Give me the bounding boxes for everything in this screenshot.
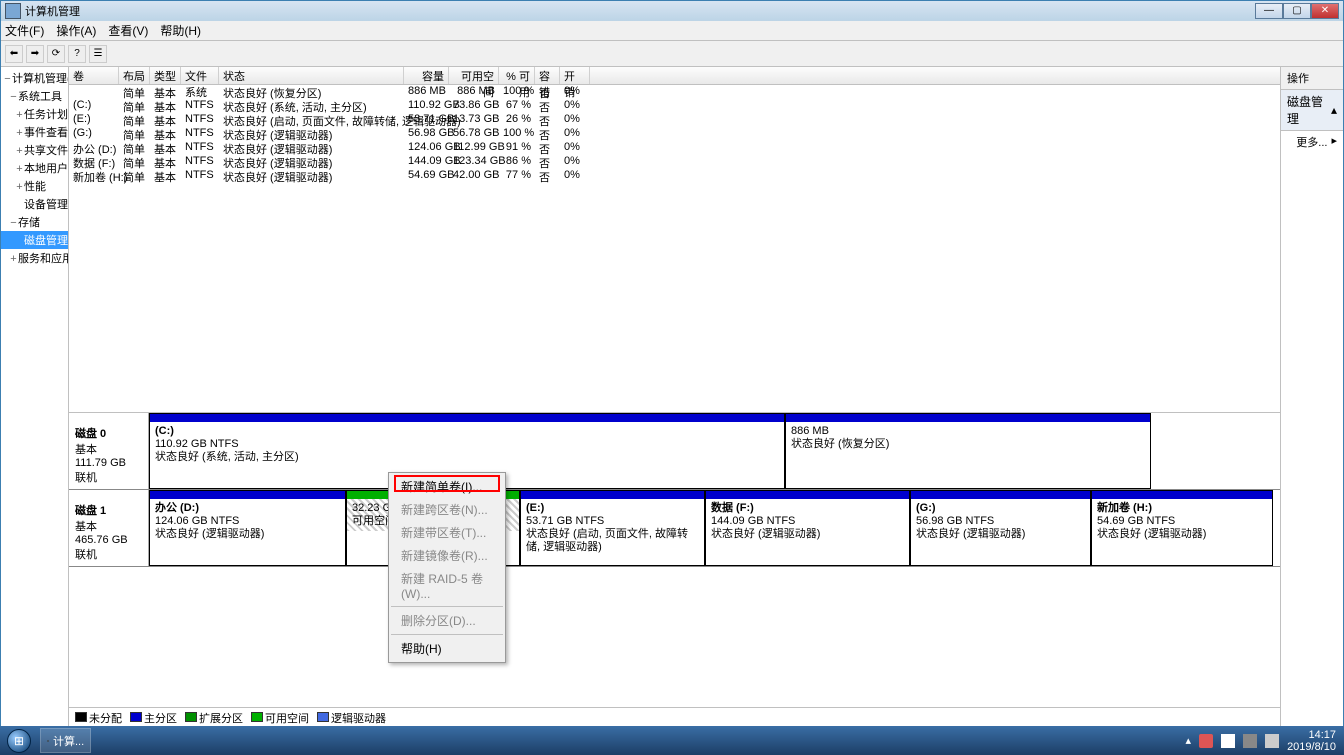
system-tray[interactable]: ▴ 14:17 2019/8/10 (1178, 729, 1344, 753)
col-header[interactable]: % 可用 (499, 67, 535, 84)
context-menu-item: 新建 RAID-5 卷(W)... (391, 567, 503, 604)
partition[interactable]: (G:)56.98 GB NTFS状态良好 (逻辑驱动器) (910, 490, 1091, 566)
legend-item: 可用空间 (251, 710, 309, 726)
nav-item[interactable]: +任务计划程 (1, 105, 68, 123)
help-icon[interactable]: ? (68, 45, 86, 63)
context-menu-item: 新建镜像卷(R)... (391, 544, 503, 567)
col-header[interactable]: 容错 (535, 67, 560, 84)
context-menu-item: 新建带区卷(T)... (391, 521, 503, 544)
nav-item[interactable]: 磁盘管理 (1, 231, 68, 249)
table-row[interactable]: (E:)简单基本NTFS状态良好 (启动, 页面文件, 故障转储, 逻辑驱动器)… (69, 113, 1280, 127)
nav-item[interactable]: −计算机管理(本 (1, 69, 68, 87)
context-menu-item[interactable]: 帮助(H) (391, 637, 503, 660)
nav-item[interactable]: +性能 (1, 177, 68, 195)
start-button[interactable]: ⊞ (0, 726, 38, 755)
more-actions[interactable]: 更多...▸ (1281, 131, 1343, 153)
col-header[interactable]: 布局 (119, 67, 150, 84)
context-menu-item[interactable]: 新建简单卷(I)... (391, 475, 503, 498)
nav-tree[interactable]: −计算机管理(本−系统工具+任务计划程+事件查看器+共享文件夹+本地用户和+性能… (1, 67, 69, 727)
nav-item[interactable]: +共享文件夹 (1, 141, 68, 159)
table-row[interactable]: 新加卷 (H:)简单基本NTFS状态良好 (逻辑驱动器)54.69 GB42.0… (69, 169, 1280, 183)
window-title: 计算机管理 (25, 3, 80, 19)
volume-icon[interactable] (1265, 734, 1279, 748)
nav-item[interactable]: −系统工具 (1, 87, 68, 105)
partition[interactable]: 886 MB状态良好 (恢复分区) (785, 413, 1151, 489)
taskbar-app[interactable]: 计算... (40, 728, 91, 753)
col-header[interactable]: 开销 (560, 67, 590, 84)
partition[interactable]: 办公 (D:)124.06 GB NTFS状态良好 (逻辑驱动器) (149, 490, 346, 566)
col-header[interactable]: 类型 (150, 67, 181, 84)
actions-header: 操作 (1281, 67, 1343, 90)
menu-file[interactable]: 文件(F) (5, 22, 44, 39)
back-icon[interactable]: ⬅ (5, 45, 23, 63)
context-menu-item: 删除分区(D)... (391, 609, 503, 632)
menu-help[interactable]: 帮助(H) (160, 22, 201, 39)
minimize-button[interactable]: — (1255, 3, 1283, 19)
table-row[interactable]: 数据 (F:)简单基本NTFS状态良好 (逻辑驱动器)144.09 GB123.… (69, 155, 1280, 169)
menubar: 文件(F) 操作(A) 查看(V) 帮助(H) (1, 21, 1343, 41)
forward-icon[interactable]: ➡ (26, 45, 44, 63)
list-icon[interactable]: ☰ (89, 45, 107, 63)
context-menu[interactable]: 新建简单卷(I)...新建跨区卷(N)...新建带区卷(T)...新建镜像卷(R… (388, 472, 506, 663)
context-menu-item: 新建跨区卷(N)... (391, 498, 503, 521)
disk-graphic[interactable]: 磁盘 0基本111.79 GB联机(C:)110.92 GB NTFS状态良好 … (69, 412, 1280, 707)
col-header[interactable]: 可用空间 (449, 67, 499, 84)
app-icon (5, 3, 21, 19)
flag-icon[interactable] (1221, 734, 1235, 748)
legend: 未分配主分区扩展分区可用空间逻辑驱动器 (69, 707, 1280, 727)
partition[interactable]: 数据 (F:)144.09 GB NTFS状态良好 (逻辑驱动器) (705, 490, 910, 566)
menu-action[interactable]: 操作(A) (56, 22, 96, 39)
nav-item[interactable]: +本地用户和 (1, 159, 68, 177)
menu-view[interactable]: 查看(V) (108, 22, 148, 39)
actions-panel: 操作 磁盘管理▴ 更多...▸ (1281, 67, 1343, 727)
legend-item: 主分区 (130, 710, 177, 726)
table-row[interactable]: 办公 (D:)简单基本NTFS状态良好 (逻辑驱动器)124.06 GB112.… (69, 141, 1280, 155)
actions-section[interactable]: 磁盘管理▴ (1281, 90, 1343, 131)
network-icon[interactable] (1243, 734, 1257, 748)
partition[interactable]: (E:)53.71 GB NTFS状态良好 (启动, 页面文件, 故障转储, 逻… (520, 490, 705, 566)
titlebar: 计算机管理 — ▢ ✕ (1, 1, 1343, 21)
taskbar[interactable]: ⊞ 计算... ▴ 14:17 2019/8/10 (0, 726, 1344, 755)
table-row[interactable]: 简单基本状态良好 (恢复分区)886 MB886 MB100 %否0% (69, 85, 1280, 99)
legend-item: 扩展分区 (185, 710, 243, 726)
legend-item: 逻辑驱动器 (317, 710, 386, 726)
col-header[interactable]: 容量 (404, 67, 449, 84)
disk-header[interactable]: 磁盘 0基本111.79 GB联机 (69, 413, 149, 489)
toolbar: ⬅ ➡ ⟳ ? ☰ (1, 41, 1343, 67)
nav-item[interactable]: 设备管理器 (1, 195, 68, 213)
maximize-button[interactable]: ▢ (1283, 3, 1311, 19)
table-row[interactable]: (G:)简单基本NTFS状态良好 (逻辑驱动器)56.98 GB56.78 GB… (69, 127, 1280, 141)
refresh-icon[interactable]: ⟳ (47, 45, 65, 63)
col-header[interactable]: 状态 (219, 67, 404, 84)
close-button[interactable]: ✕ (1311, 3, 1339, 19)
nav-item[interactable]: −存储 (1, 213, 68, 231)
nav-item[interactable]: +服务和应用程 (1, 249, 68, 267)
col-header[interactable]: 文件系统 (181, 67, 219, 84)
clock[interactable]: 14:17 2019/8/10 (1287, 729, 1336, 753)
table-row[interactable]: (C:)简单基本NTFS状态良好 (系统, 活动, 主分区)110.92 GB7… (69, 99, 1280, 113)
tray-arrow-icon[interactable]: ▴ (1186, 734, 1192, 747)
input-icon[interactable] (1199, 734, 1213, 748)
partition[interactable]: 新加卷 (H:)54.69 GB NTFS状态良好 (逻辑驱动器) (1091, 490, 1273, 566)
col-header[interactable]: 卷 (69, 67, 119, 84)
volume-table[interactable]: 卷布局类型文件系统状态容量可用空间% 可用容错开销 简单基本状态良好 (恢复分区… (69, 67, 1280, 412)
legend-item: 未分配 (75, 710, 122, 726)
nav-item[interactable]: +事件查看器 (1, 123, 68, 141)
disk-header[interactable]: 磁盘 1基本465.76 GB联机 (69, 490, 149, 566)
